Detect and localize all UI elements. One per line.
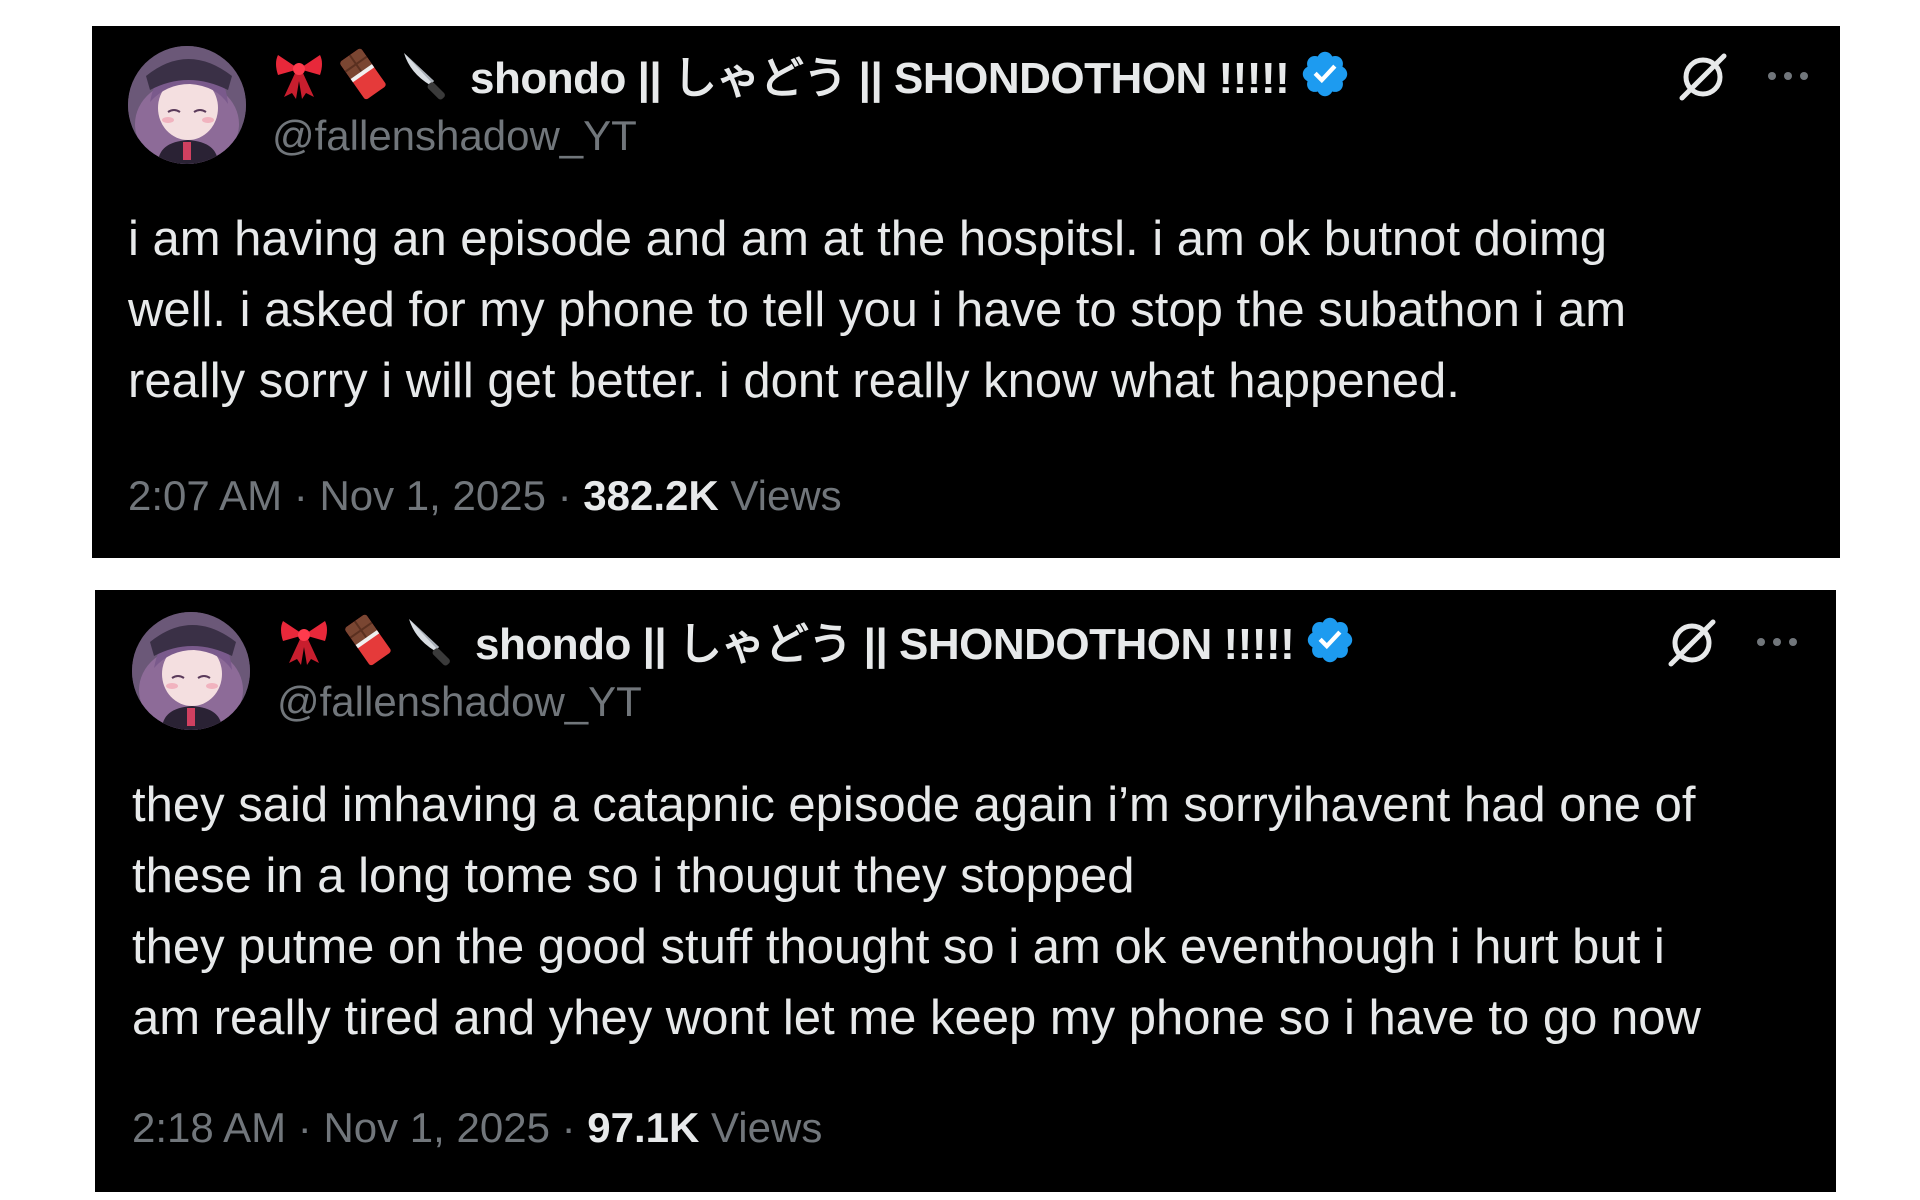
author-handle[interactable]: @fallenshadow_YT <box>272 112 637 160</box>
avatar[interactable] <box>132 612 250 730</box>
views-label: Views <box>730 472 842 519</box>
ribbon-icon <box>281 621 327 665</box>
chocolate-bar-icon <box>340 48 386 100</box>
tweet-card[interactable]: shondo || しゃどう || SHONDOTHON !!!!! @fall… <box>95 590 1836 1192</box>
author-name-row[interactable]: shondo || しゃどう || SHONDOTHON !!!!! <box>277 610 1356 670</box>
tweet-date[interactable]: Nov 1, 2025 <box>319 472 546 519</box>
ribbon-icon <box>276 55 322 99</box>
grok-icon[interactable] <box>1674 48 1732 106</box>
knife-icon <box>409 619 450 666</box>
tweet-date[interactable]: Nov 1, 2025 <box>323 1104 550 1151</box>
more-options-icon[interactable] <box>1753 632 1801 652</box>
tweet-time[interactable]: 2:18 AM <box>132 1104 286 1151</box>
verified-badge-icon[interactable] <box>1304 614 1356 666</box>
tweet-card[interactable]: shondo || しゃどう || SHONDOTHON !!!!! @fall… <box>92 26 1840 558</box>
author-handle[interactable]: @fallenshadow_YT <box>277 678 642 726</box>
tweet-time[interactable]: 2:07 AM <box>128 472 282 519</box>
views-label: Views <box>711 1104 823 1151</box>
meta-separator: · <box>561 1104 576 1151</box>
tweet-meta: 2:07 AM · Nov 1, 2025 · 382.2K Views <box>128 472 842 520</box>
tweet-text: they said imhaving a catapnic episode ag… <box>132 778 1701 1045</box>
chocolate-bar-icon <box>345 614 391 666</box>
views-count[interactable]: 97.1K <box>587 1104 699 1151</box>
display-name[interactable]: shondo || しゃどう || SHONDOTHON !!!!! <box>475 608 1295 672</box>
meta-separator: · <box>557 472 572 519</box>
author-name-row[interactable]: shondo || しゃどう || SHONDOTHON !!!!! <box>272 44 1351 104</box>
avatar[interactable] <box>128 46 246 164</box>
knife-icon <box>404 53 445 100</box>
tweet-meta: 2:18 AM · Nov 1, 2025 · 97.1K Views <box>132 1104 822 1152</box>
meta-separator: · <box>297 1104 312 1151</box>
meta-separator: · <box>293 472 308 519</box>
more-options-icon[interactable] <box>1764 66 1812 86</box>
display-name[interactable]: shondo || しゃどう || SHONDOTHON !!!!! <box>470 42 1290 106</box>
verified-badge-icon[interactable] <box>1299 48 1351 100</box>
views-count[interactable]: 382.2K <box>583 472 718 519</box>
tweet-text: i am having an episode and am at the hos… <box>128 212 1627 408</box>
grok-icon[interactable] <box>1663 614 1721 672</box>
